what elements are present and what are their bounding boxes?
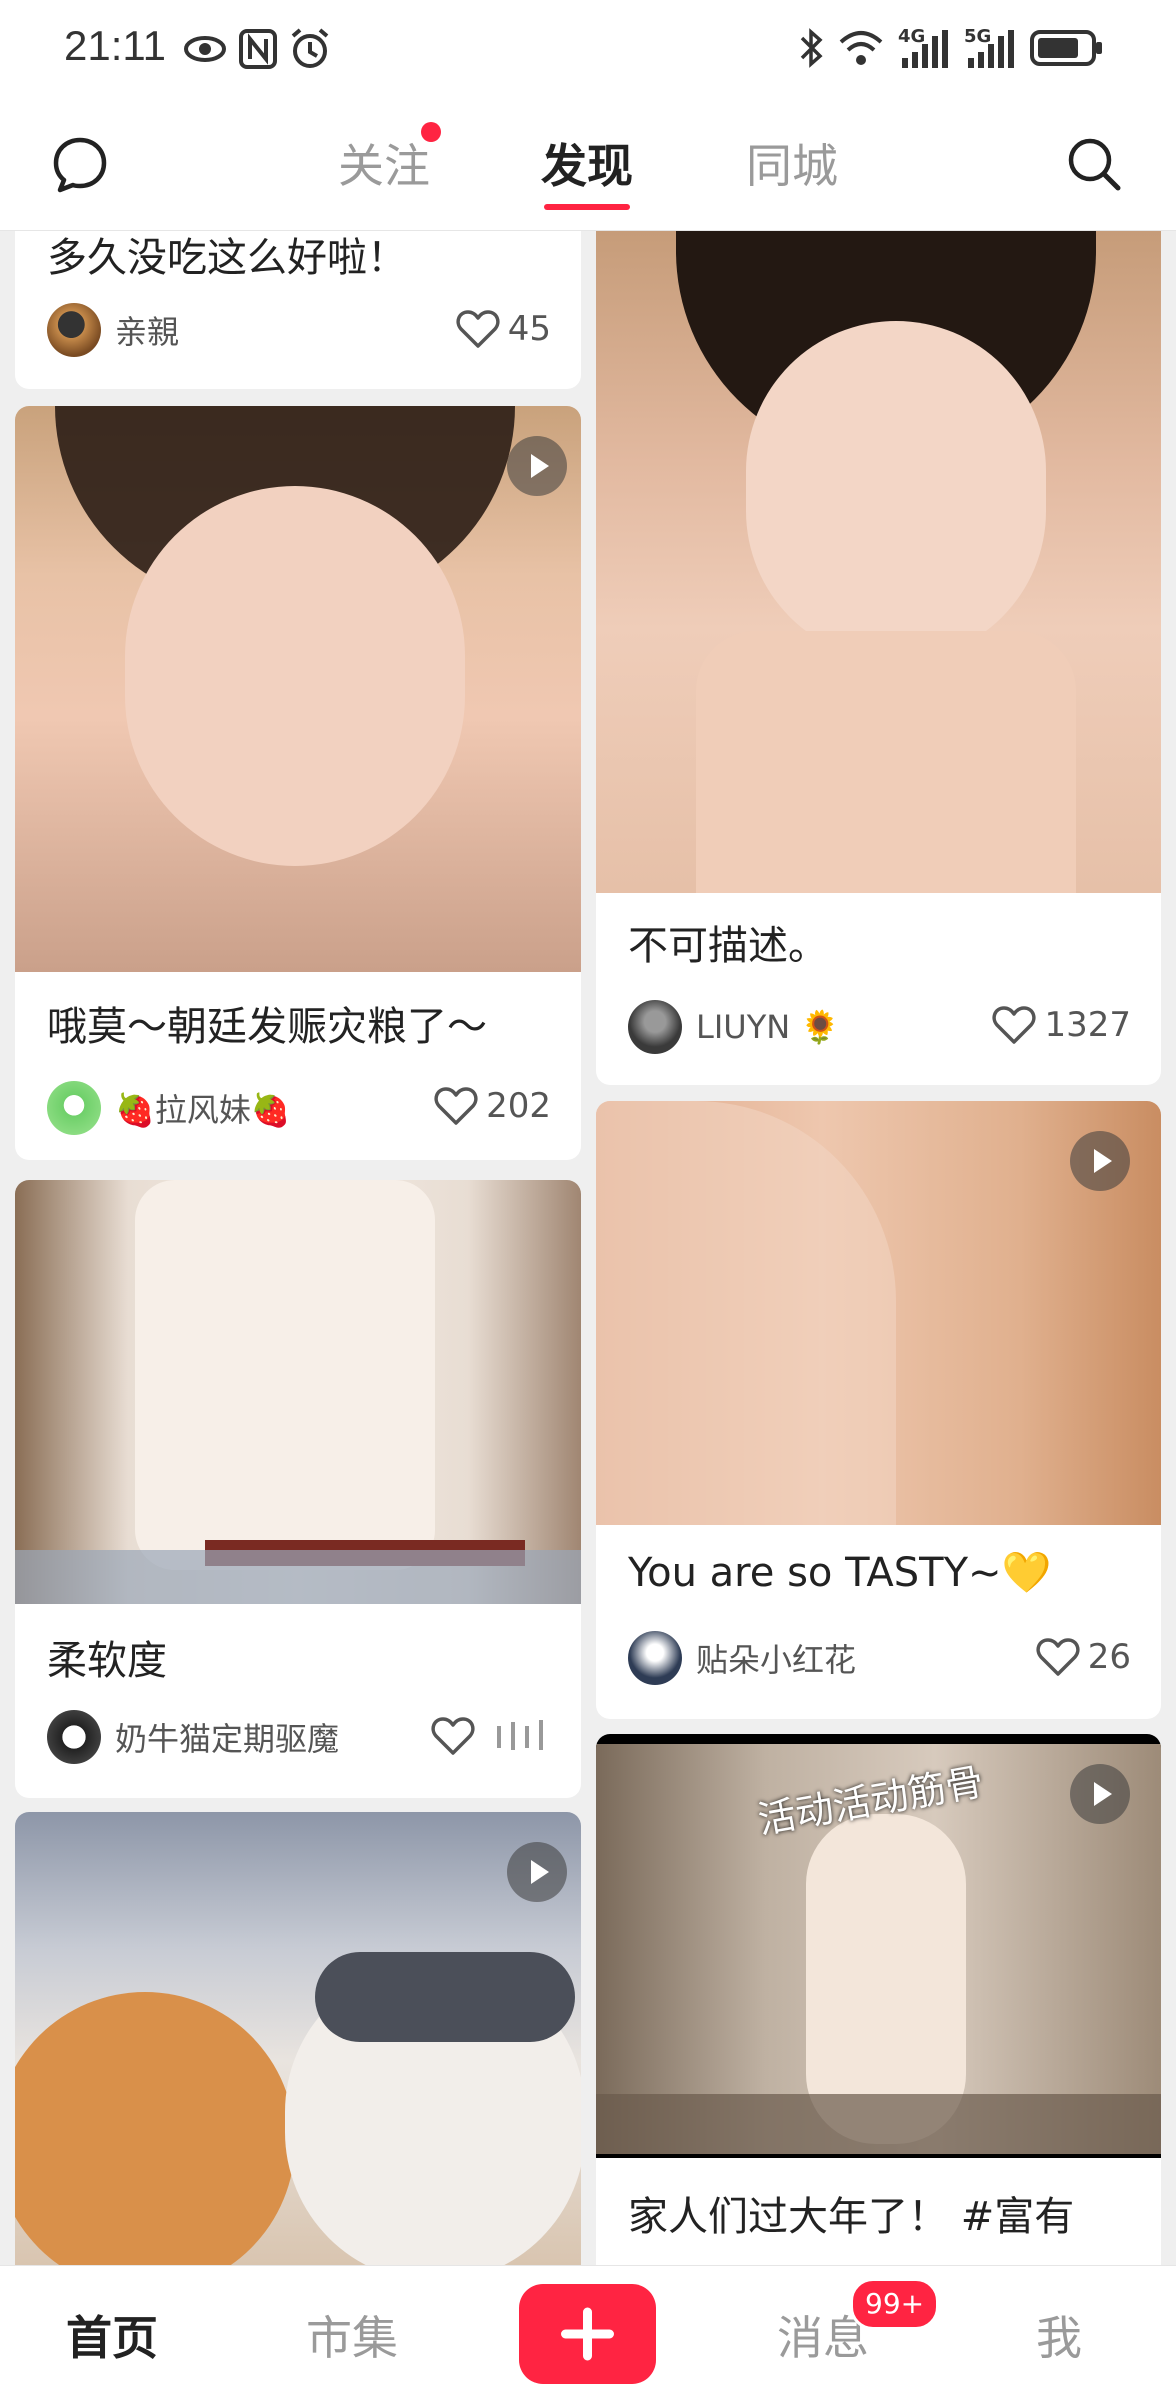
card-image xyxy=(15,1180,581,1604)
avatar xyxy=(628,1631,682,1685)
avatar xyxy=(47,303,101,357)
avatar xyxy=(628,1000,682,1054)
search-icon[interactable] xyxy=(1064,134,1124,194)
author-name: 🍓拉风妹🍓 xyxy=(115,1091,291,1129)
card-title: 不可描述。 xyxy=(628,923,828,969)
battery-icon xyxy=(1030,30,1102,66)
feed-card[interactable]: 不可描述。 LIUYN 🌻 1327 xyxy=(596,231,1161,1085)
like-count: 26 xyxy=(1087,1637,1131,1677)
feed-card[interactable]: 活动活动筋骨 家人们过大年了！ #富有 xyxy=(596,1734,1161,2265)
card-image xyxy=(596,231,1161,893)
like-button[interactable]: 45 xyxy=(456,309,551,349)
card-title: 柔软度 xyxy=(47,1638,167,1684)
like-count: 1327 xyxy=(1044,1005,1131,1045)
tab-follow[interactable]: 关注 xyxy=(338,130,430,196)
play-icon xyxy=(1070,1131,1130,1191)
bluetooth-icon xyxy=(800,28,823,68)
alarm-icon xyxy=(291,28,329,68)
heart-icon xyxy=(431,1717,475,1755)
top-nav: 关注 发现 同城 xyxy=(0,100,1176,231)
wifi-icon xyxy=(839,31,883,65)
signal-4g-icon: 4G xyxy=(898,26,950,70)
like-count: 45 xyxy=(507,309,551,349)
feed-card[interactable]: 多久没吃这么好啦！ 亲親 45 xyxy=(15,231,581,389)
card-title: You are so TASTY~💛 xyxy=(628,1550,1052,1596)
author-name: 奶牛猫定期驱魔 xyxy=(115,1720,340,1758)
tab-local[interactable]: 同城 xyxy=(746,130,838,196)
loading-bars-icon xyxy=(497,1720,543,1750)
card-title: 家人们过大年了！ #富有 xyxy=(628,2194,1075,2240)
like-button[interactable]: 26 xyxy=(1036,1637,1131,1677)
chat-bubble-icon[interactable] xyxy=(50,134,110,194)
feed-card[interactable]: You are so TASTY~💛 贴朵小红花 26 xyxy=(596,1101,1161,1719)
like-count: 202 xyxy=(486,1086,551,1126)
post-button[interactable] xyxy=(519,2284,656,2384)
play-icon xyxy=(507,436,567,496)
message-badge: 99+ xyxy=(850,2278,940,2330)
card-title: 哦莫～朝廷发赈灾粮了～ xyxy=(47,1004,487,1050)
like-button[interactable] xyxy=(431,1716,551,1756)
status-time: 21:11 xyxy=(64,22,166,69)
card-image xyxy=(15,1812,581,2265)
author-name: LIUYN 🌻 xyxy=(696,1008,841,1046)
signal-5g-icon: 5G xyxy=(964,26,1016,70)
active-tab-indicator xyxy=(544,204,630,210)
tab-market[interactable]: 市集 xyxy=(306,2302,398,2368)
card-title: 多久没吃这么好啦！ xyxy=(47,235,407,281)
play-icon xyxy=(1070,1764,1130,1824)
card-image xyxy=(15,406,581,972)
heart-icon xyxy=(992,1006,1037,1044)
status-bar: 21:11 4G 5G xyxy=(0,0,1176,100)
feed-card[interactable]: 哦莫～朝廷发赈灾粮了～ 🍓拉风妹🍓 202 xyxy=(15,406,581,1160)
eye-icon xyxy=(184,36,226,62)
play-icon xyxy=(507,1842,567,1902)
feed-card[interactable]: 柔软度 奶牛猫定期驱魔 xyxy=(15,1180,581,1798)
bottom-tab-bar: 首页 市集 消息 99+ 我 xyxy=(0,2265,1176,2401)
author-name: 贴朵小红花 xyxy=(696,1641,857,1679)
author-name: 亲親 xyxy=(115,313,180,351)
plus-icon xyxy=(561,2307,614,2361)
feed-card[interactable] xyxy=(15,1812,581,2265)
like-button[interactable]: 1327 xyxy=(992,1005,1131,1045)
tab-home[interactable]: 首页 xyxy=(66,2302,158,2368)
heart-icon xyxy=(456,310,500,348)
like-button[interactable]: 202 xyxy=(434,1086,551,1126)
tab-discover[interactable]: 发现 xyxy=(541,130,633,196)
heart-icon xyxy=(434,1087,478,1125)
avatar xyxy=(47,1710,101,1764)
heart-icon xyxy=(1036,1638,1080,1676)
tab-me[interactable]: 我 xyxy=(1036,2302,1082,2368)
avatar xyxy=(47,1081,101,1135)
nfc-icon xyxy=(239,29,277,69)
unread-dot xyxy=(421,122,441,142)
